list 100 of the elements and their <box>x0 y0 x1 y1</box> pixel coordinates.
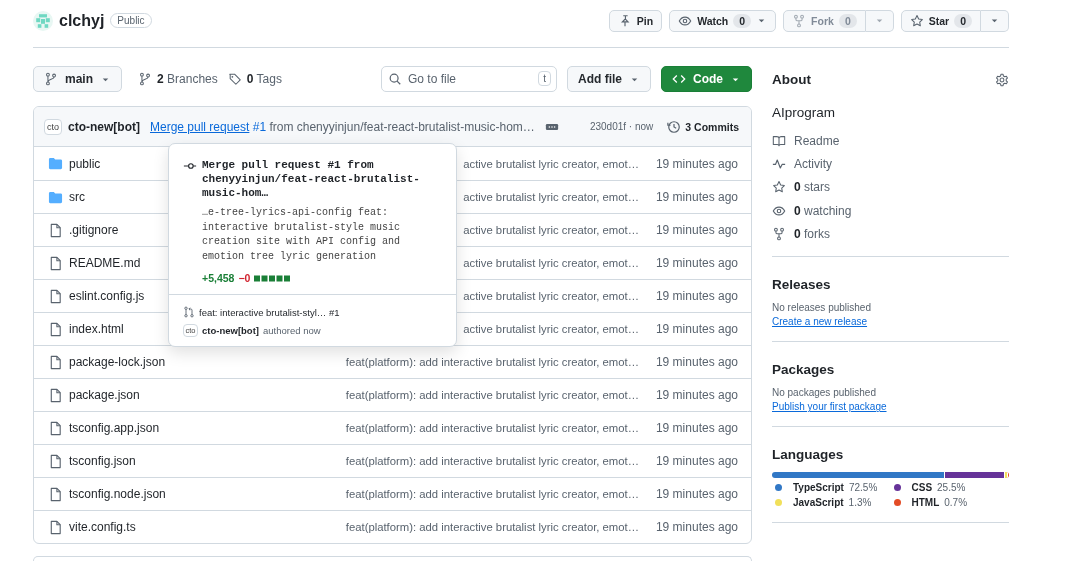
popover-title: Merge pull request #1 from chenyyinjun/feat-react-brutalist-music-hom… <box>202 158 421 200</box>
language-percent: 0.7% <box>944 497 968 509</box>
empty-note: No packages published <box>772 387 877 399</box>
pin-button[interactable]: Pin <box>608 9 663 32</box>
commit-message[interactable]: active brutalist lyric creator, emot… <box>463 257 639 269</box>
file-name[interactable]: package-lock.json <box>69 355 329 369</box>
file-icon <box>48 222 63 238</box>
file-name[interactable]: tsconfig.json <box>69 454 329 468</box>
file-icon <box>48 354 63 370</box>
pr-link[interactable]: #1 <box>252 119 267 134</box>
section-title: Releases <box>772 277 832 293</box>
pulse-icon <box>772 156 786 171</box>
repo-name[interactable]: clchyj <box>59 11 105 30</box>
shortcut-key: t <box>538 71 551 86</box>
sidebar-link[interactable]: 0 watching <box>772 198 1009 223</box>
language-name[interactable]: CSS <box>911 482 933 494</box>
commit-message[interactable]: active brutalist lyric creator, emot… <box>463 323 639 335</box>
file-icon <box>48 453 63 469</box>
avatar: cto <box>44 118 62 135</box>
sidebar-link[interactable]: 0 stars <box>772 175 1009 199</box>
commit-author[interactable]: cto-new[bot] <box>68 119 140 134</box>
file-icon <box>48 321 63 337</box>
section-title: Packages <box>772 362 836 378</box>
commit-message[interactable]: active brutalist lyric creator, emot… <box>463 224 639 236</box>
commit-message[interactable]: feat(platform): add interactive brutalist lyric creator, emot… <box>345 488 639 500</box>
avatar-icon <box>33 10 53 31</box>
file-icon <box>48 519 63 535</box>
pull-request-title[interactable]: feat: interactive brutalist-styl… #1 <box>199 306 340 318</box>
commit-time: 19 minutes ago <box>655 223 738 237</box>
fork-icon <box>772 226 786 241</box>
commit-message[interactable]: active brutalist lyric creator, emot… <box>463 290 639 302</box>
star-button[interactable]: Star 0 <box>900 9 981 32</box>
commit-message: from chenyyinjun/feat-react-brutalist-music-hom… <box>269 119 535 134</box>
tags-link[interactable]: 0 Tags <box>227 72 282 86</box>
language-name[interactable]: TypeScript <box>793 482 844 494</box>
create-link[interactable]: Create a new release <box>772 316 868 328</box>
deletions-count: −0 <box>238 272 251 284</box>
commit-time: 19 minutes ago <box>655 487 738 501</box>
commit-link[interactable]: Merge pull request <box>150 119 250 134</box>
sidebar-link[interactable]: 0 forks <box>772 222 1009 246</box>
eye-icon <box>772 203 786 218</box>
commit-message[interactable]: feat(platform): add interactive brutalist lyric creator, emot… <box>345 422 639 434</box>
file-icon <box>48 288 63 304</box>
history-icon <box>667 119 682 134</box>
settings-icon <box>995 72 1009 87</box>
commit-sha[interactable]: 230d01f · now <box>589 121 654 132</box>
commit-author[interactable]: cto-new[bot] <box>202 325 259 336</box>
commit-time: 19 minutes ago <box>655 388 738 402</box>
commit-message[interactable]: feat(platform): add interactive brutalist lyric creator, emot… <box>345 389 639 401</box>
commit-message[interactable]: active brutalist lyric creator, emot… <box>463 157 639 170</box>
star-icon <box>772 180 786 195</box>
authored-time: authored now <box>263 325 321 336</box>
branches-link[interactable]: 2 Branches <box>138 72 218 86</box>
commit-time: 19 minutes ago <box>655 289 738 303</box>
folder-icon <box>48 189 63 205</box>
language-percent: 72.5% <box>848 482 878 494</box>
file-name[interactable]: package.json <box>69 388 329 402</box>
watch-button[interactable]: Watch 0 <box>669 9 777 32</box>
code-icon <box>672 72 686 86</box>
eye-icon <box>678 13 693 28</box>
add-file-button[interactable]: Add file <box>567 66 651 92</box>
commit-time: 19 minutes ago <box>655 421 738 435</box>
code-button[interactable]: Code <box>661 66 752 92</box>
book-icon <box>772 133 786 148</box>
file-name[interactable]: tsconfig.app.json <box>69 421 329 435</box>
branch-icon <box>138 72 152 86</box>
commit-message[interactable]: feat(platform): add interactive brutalist lyric creator, emot… <box>345 455 639 467</box>
commits-link[interactable]: 3 Commits <box>667 119 739 134</box>
commit-message[interactable]: feat(platform): add interactive brutalist lyric creator, emot… <box>345 356 639 368</box>
commit-message[interactable]: active brutalist lyric creator, emot… <box>463 191 639 203</box>
file-icon <box>48 387 63 403</box>
file-name[interactable]: tsconfig.node.json <box>69 487 329 501</box>
search-icon <box>388 72 402 86</box>
commit-message[interactable]: feat(platform): add interactive brutalist lyric creator, emot… <box>345 521 639 533</box>
star-icon <box>909 13 924 28</box>
section-title: About <box>772 72 811 87</box>
file-icon <box>48 255 63 271</box>
sidebar-link[interactable]: Readme <box>772 129 1009 153</box>
repo-description: AIprogram <box>772 105 837 120</box>
branch-button[interactable]: main <box>33 66 122 92</box>
empty-note: No releases published <box>772 302 872 314</box>
file-name[interactable]: vite.config.ts <box>69 520 329 534</box>
tag-icon <box>227 72 242 86</box>
language-name[interactable]: JavaScript <box>793 497 844 509</box>
folder-icon <box>48 156 63 171</box>
fork-icon <box>792 13 807 28</box>
commit-time: 19 minutes ago <box>655 256 738 270</box>
create-link[interactable]: Publish your first package <box>772 401 887 413</box>
language-name[interactable]: HTML <box>911 497 940 509</box>
file-icon <box>48 420 63 436</box>
language-percent: 25.5% <box>937 482 966 494</box>
diffstat-icon <box>254 274 291 282</box>
sidebar-link[interactable]: Activity <box>772 152 1009 176</box>
commit-time: 19 minutes ago <box>655 322 738 336</box>
commit-time: 19 minutes ago <box>655 520 738 534</box>
commit-time: 19 minutes ago <box>655 355 738 369</box>
dropdown-button[interactable] <box>981 9 1009 32</box>
commit-time: 19 minutes ago <box>655 156 738 171</box>
language-percent: 1.3% <box>848 497 872 509</box>
file-icon <box>48 486 63 502</box>
